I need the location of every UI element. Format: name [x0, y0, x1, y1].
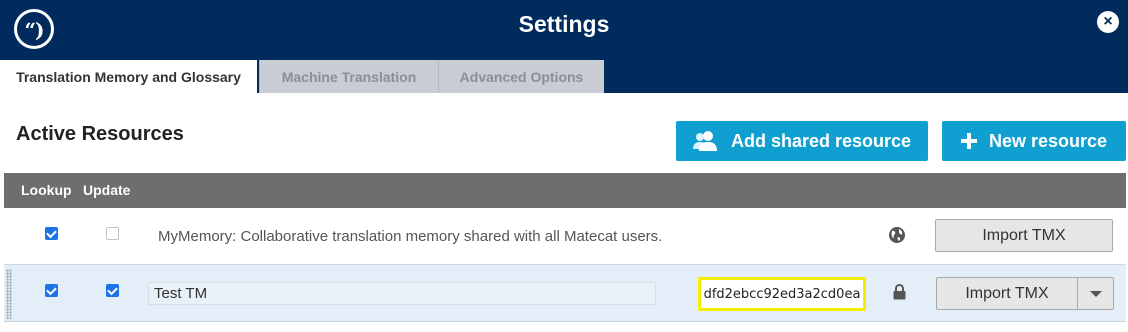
globe-icon [888, 226, 906, 249]
drag-handle[interactable] [6, 269, 12, 319]
update-checkbox[interactable] [106, 284, 119, 297]
lookup-checkbox[interactable] [45, 227, 58, 240]
section-title: Active Resources [16, 123, 184, 145]
tab-machine-translation[interactable]: Machine Translation [259, 60, 438, 93]
resource-name-input[interactable] [148, 282, 656, 305]
add-shared-resource-button[interactable]: Add shared resource [676, 121, 928, 161]
tab-advanced-options[interactable]: Advanced Options [438, 60, 604, 93]
column-header-lookup: Lookup [21, 182, 72, 198]
resources-table-header: Lookup Update [4, 173, 1126, 208]
resource-key: dfd2ebcc92ed3a2cd0ea [698, 277, 866, 311]
plus-icon [960, 133, 977, 149]
table-row: MyMemory: Collaborative translation memo… [4, 208, 1126, 265]
import-tmx-button[interactable]: Import TMX [936, 277, 1078, 310]
resource-description: MyMemory: Collaborative translation memo… [158, 228, 663, 245]
lookup-checkbox[interactable] [45, 284, 58, 297]
page-title: Settings [518, 11, 610, 37]
table-row: dfd2ebcc92ed3a2cd0ea Import TMX [4, 265, 1126, 322]
column-header-update: Update [83, 182, 131, 198]
lock-icon [893, 283, 906, 305]
update-checkbox[interactable] [106, 227, 119, 240]
new-resource-label: New resource [988, 130, 1108, 151]
new-resource-button[interactable]: New resource [942, 121, 1126, 161]
settings-header: “) Settings × Translation Memory and Glo… [0, 0, 1128, 93]
tab-translation-memory[interactable]: Translation Memory and Glossary [0, 60, 257, 93]
import-tmx-button[interactable]: Import TMX [935, 219, 1113, 252]
close-icon[interactable]: × [1097, 11, 1119, 33]
chevron-down-icon[interactable] [1077, 277, 1114, 310]
users-icon [692, 130, 719, 152]
add-shared-resource-label: Add shared resource [730, 130, 912, 151]
